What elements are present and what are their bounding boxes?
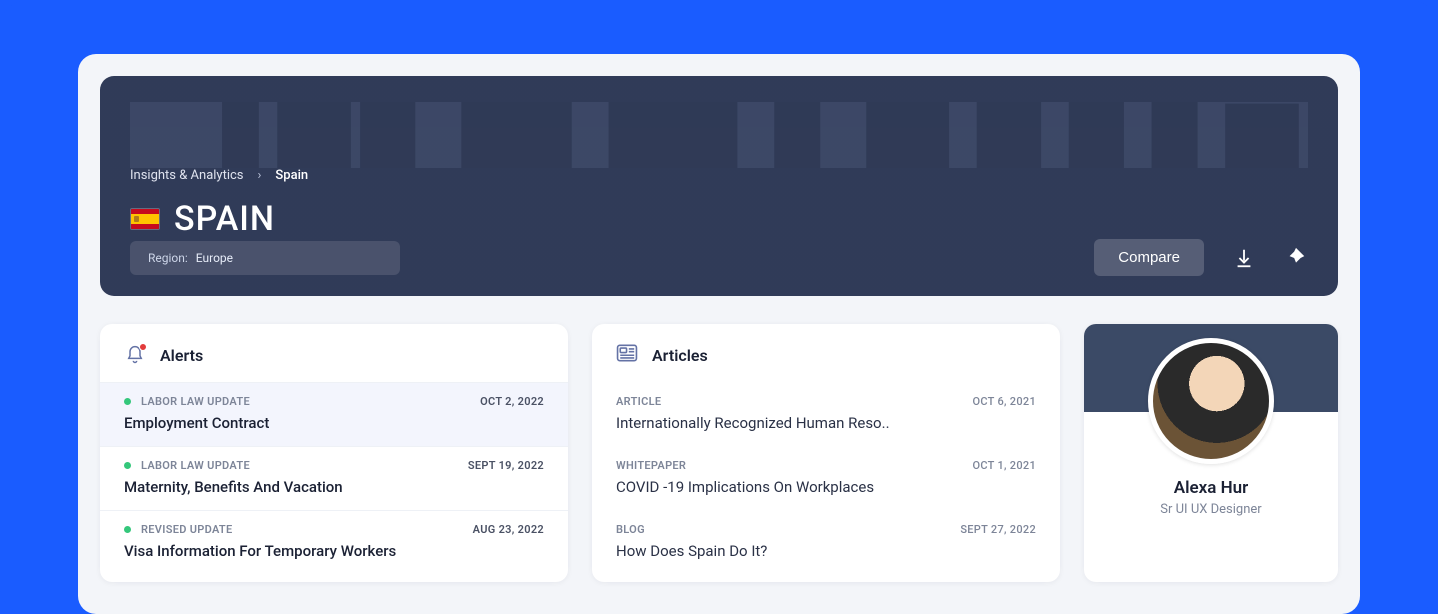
breadcrumb: Insights & Analytics › Spain [130,168,1308,183]
profile-card: Alexa Hur Sr UI UX Designer [1084,324,1338,582]
article-item[interactable]: BLOG SEPT 27, 2022 How Does Spain Do It? [592,510,1060,574]
pin-icon[interactable] [1284,246,1308,270]
compare-button[interactable]: Compare [1094,239,1204,276]
region-value: Europe [196,251,233,265]
alert-title: Maternity, Benefits And Vacation [124,478,544,496]
status-dot-icon [124,526,131,533]
outer-frame: Insights & Analytics › Spain SPAIN Regio… [0,0,1438,614]
alert-item[interactable]: LABOR LAW UPDATE SEPT 19, 2022 Maternity… [100,446,568,510]
article-date: OCT 6, 2021 [972,395,1036,408]
profile-role: Sr UI UX Designer [1160,502,1261,517]
region-label: Region: [148,251,188,265]
article-date: SEPT 27, 2022 [960,523,1036,536]
alert-category: REVISED UPDATE [141,523,233,536]
bell-icon [124,344,146,366]
breadcrumb-root[interactable]: Insights & Analytics [130,168,244,183]
hero-actions: Compare [1094,239,1308,276]
alerts-panel: Alerts LABOR LAW UPDATE OCT 2, 2022 Empl… [100,324,568,582]
alert-title: Visa Information For Temporary Workers [124,542,544,560]
article-title: How Does Spain Do It? [616,542,1036,560]
alert-title: Employment Contract [124,414,544,432]
newspaper-icon [616,344,638,366]
alert-category: LABOR LAW UPDATE [141,459,250,472]
article-item[interactable]: ARTICLE OCT 6, 2021 Internationally Reco… [592,382,1060,446]
alert-date: AUG 23, 2022 [473,523,544,536]
hero-banner: Insights & Analytics › Spain SPAIN Regio… [100,76,1338,296]
country-name: SPAIN [174,199,275,239]
download-icon[interactable] [1232,246,1256,270]
chevron-right-icon: › [258,168,262,183]
hero-background-illustration [130,102,1308,168]
article-title: COVID -19 Implications On Workplaces [616,478,1036,496]
articles-title: Articles [652,346,708,365]
article-date: OCT 1, 2021 [972,459,1036,472]
article-category: BLOG [616,523,645,536]
alert-item[interactable]: LABOR LAW UPDATE OCT 2, 2022 Employment … [100,382,568,446]
alert-date: SEPT 19, 2022 [468,459,544,472]
app-card: Insights & Analytics › Spain SPAIN Regio… [78,54,1360,614]
breadcrumb-current: Spain [275,168,308,183]
alerts-title: Alerts [160,346,203,365]
article-category: ARTICLE [616,395,661,408]
page-title: SPAIN [130,199,1308,239]
alert-item[interactable]: REVISED UPDATE AUG 23, 2022 Visa Informa… [100,510,568,574]
article-title: Internationally Recognized Human Reso.. [616,414,1036,432]
spain-flag-icon [130,208,160,230]
avatar[interactable] [1148,338,1274,464]
articles-header: Articles [592,324,1060,382]
alert-category: LABOR LAW UPDATE [141,395,250,408]
alerts-header: Alerts [100,324,568,382]
status-dot-icon [124,462,131,469]
article-item[interactable]: WHITEPAPER OCT 1, 2021 COVID -19 Implica… [592,446,1060,510]
region-chip[interactable]: Region: Europe [130,241,400,275]
articles-panel: Articles ARTICLE OCT 6, 2021 Internation… [592,324,1060,582]
content-row: Alerts LABOR LAW UPDATE OCT 2, 2022 Empl… [100,324,1338,582]
alert-date: OCT 2, 2022 [480,395,544,408]
profile-name: Alexa Hur [1174,478,1249,498]
status-dot-icon [124,398,131,405]
article-category: WHITEPAPER [616,459,686,472]
